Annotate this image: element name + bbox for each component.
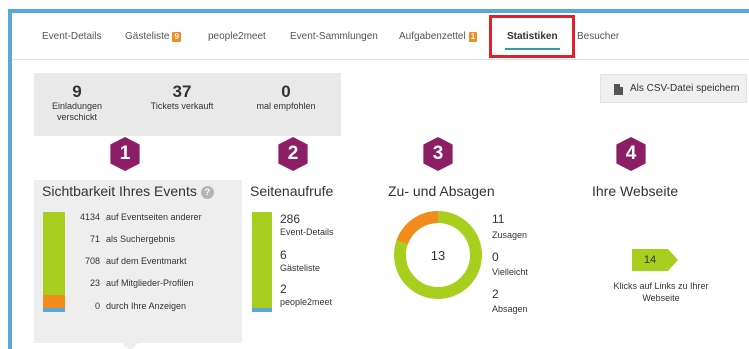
rsvp-title: Zu- und Absagen	[388, 183, 495, 199]
visibility-label: durch Ihre Anzeigen	[106, 301, 187, 311]
page-views-value: 2	[280, 282, 287, 296]
section-4-marker: 4	[616, 137, 646, 171]
page-views-bar-blue	[252, 308, 272, 312]
visibility-label: auf Eventseiten anderer	[106, 212, 202, 222]
save-csv-button[interactable]: Als CSV-Datei speichern	[600, 74, 747, 103]
visibility-label: als Suchergebnis	[106, 234, 176, 244]
visibility-value: 4134	[79, 212, 100, 222]
rsvp-value: 2	[492, 287, 499, 301]
tab-label: people2meet	[208, 31, 266, 42]
rsvp-donut: 13	[394, 211, 482, 299]
section-3-marker: 3	[423, 137, 453, 171]
tab-label: Aufgabenzettel	[399, 31, 466, 42]
visibility-title-text: Sichtbarkeit Ihres Events	[42, 183, 197, 199]
stat-label: Einladungen verschickt	[51, 101, 103, 122]
rsvp-total: 13	[431, 248, 445, 263]
rsvp-donut-declined	[396, 211, 439, 245]
page-views-label: Event-Details	[280, 227, 334, 237]
visibility-value: 0	[94, 301, 100, 311]
stat-label: mal empfohlen	[256, 101, 316, 111]
stat-label: Tickets verkauft	[150, 101, 214, 111]
panel-pointer	[122, 343, 138, 349]
visibility-value: 23	[89, 278, 100, 288]
visibility-value: 708	[84, 256, 100, 266]
tab-bar: Event-Details Gästeliste 9 people2meet Ev…	[12, 13, 749, 60]
task-count-badge: 1	[468, 32, 478, 42]
visibility-bar-orange	[43, 295, 65, 308]
tab-event-collections[interactable]: Event-Sammlungen	[290, 31, 378, 42]
page-views-value: 286	[280, 212, 301, 226]
visibility-row: 0 durch Ihre Anzeigen	[64, 301, 186, 311]
tickets-stat: 37 Tickets verkauft	[137, 83, 227, 112]
tab-label: Event-Details	[42, 31, 102, 42]
visibility-bar-green	[43, 212, 65, 295]
guest-count-badge: 9	[172, 32, 181, 42]
tab-label: Gästeliste	[125, 31, 170, 42]
visibility-row: 23 auf Mitglieder-Profilen	[64, 278, 194, 288]
stat-value: 9	[72, 82, 82, 101]
save-csv-label: Als CSV-Datei speichern	[630, 83, 740, 94]
visibility-row: 708 auf dem Eventmarkt	[64, 256, 187, 266]
summary-box: 9 Einladungen verschickt 37 Tickets verk…	[34, 73, 341, 136]
rsvp-label: Vielleicht	[492, 267, 528, 277]
tab-people2meet[interactable]: people2meet	[208, 31, 266, 42]
page-views-label: people2meet	[280, 297, 333, 307]
clicks-label: Klicks auf Links zu Ihrer Webseite	[613, 281, 709, 303]
visibility-value: 71	[89, 234, 100, 244]
tab-visitors[interactable]: Besucher	[577, 31, 619, 42]
tab-label: Besucher	[577, 31, 620, 42]
page-views-bar	[252, 212, 272, 312]
page-views-value: 6	[280, 248, 287, 262]
statistics-page: Event-Details Gästeliste 9 people2meet Ev…	[8, 9, 749, 349]
section-1-marker: 1	[110, 137, 140, 171]
help-icon[interactable]: ?	[200, 186, 214, 199]
tab-task-list[interactable]: Aufgabenzettel 1	[399, 31, 478, 42]
rsvp-label: Absagen	[492, 304, 528, 314]
visibility-bar-blue	[43, 308, 65, 312]
rsvp-value: 0	[492, 250, 499, 264]
visibility-row: 71 als Suchergebnis	[64, 234, 175, 244]
clicks-value: 14	[643, 254, 657, 266]
tab-event-details[interactable]: Event-Details	[42, 31, 101, 42]
tab-guest-list[interactable]: Gästeliste 9	[125, 31, 181, 42]
invitations-stat: 9 Einladungen verschickt	[42, 83, 112, 123]
page-views-bar-green	[252, 212, 272, 308]
visibility-title: Sichtbarkeit Ihres Events?	[42, 183, 214, 199]
statistics-tab-highlight	[489, 15, 575, 58]
recommended-stat: 0 mal empfohlen	[248, 83, 324, 112]
page-views-title: Seitenaufrufe	[250, 183, 334, 199]
visibility-label: auf Mitglieder-Profilen	[106, 278, 194, 288]
tab-label: Event-Sammlungen	[290, 31, 378, 42]
stat-value: 0	[281, 82, 291, 101]
page-views-label: Gästeliste	[280, 263, 321, 273]
rsvp-label: Zusagen	[492, 230, 528, 240]
visibility-label: auf dem Eventmarkt	[106, 256, 187, 266]
section-2-marker: 2	[278, 137, 308, 171]
visibility-bar	[43, 212, 65, 312]
website-title: Ihre Webseite	[592, 183, 679, 199]
visibility-row: 4134 auf Eventseiten anderer	[64, 212, 202, 222]
stat-value: 37	[172, 82, 192, 101]
document-icon	[614, 84, 623, 95]
rsvp-value: 11	[492, 212, 505, 226]
